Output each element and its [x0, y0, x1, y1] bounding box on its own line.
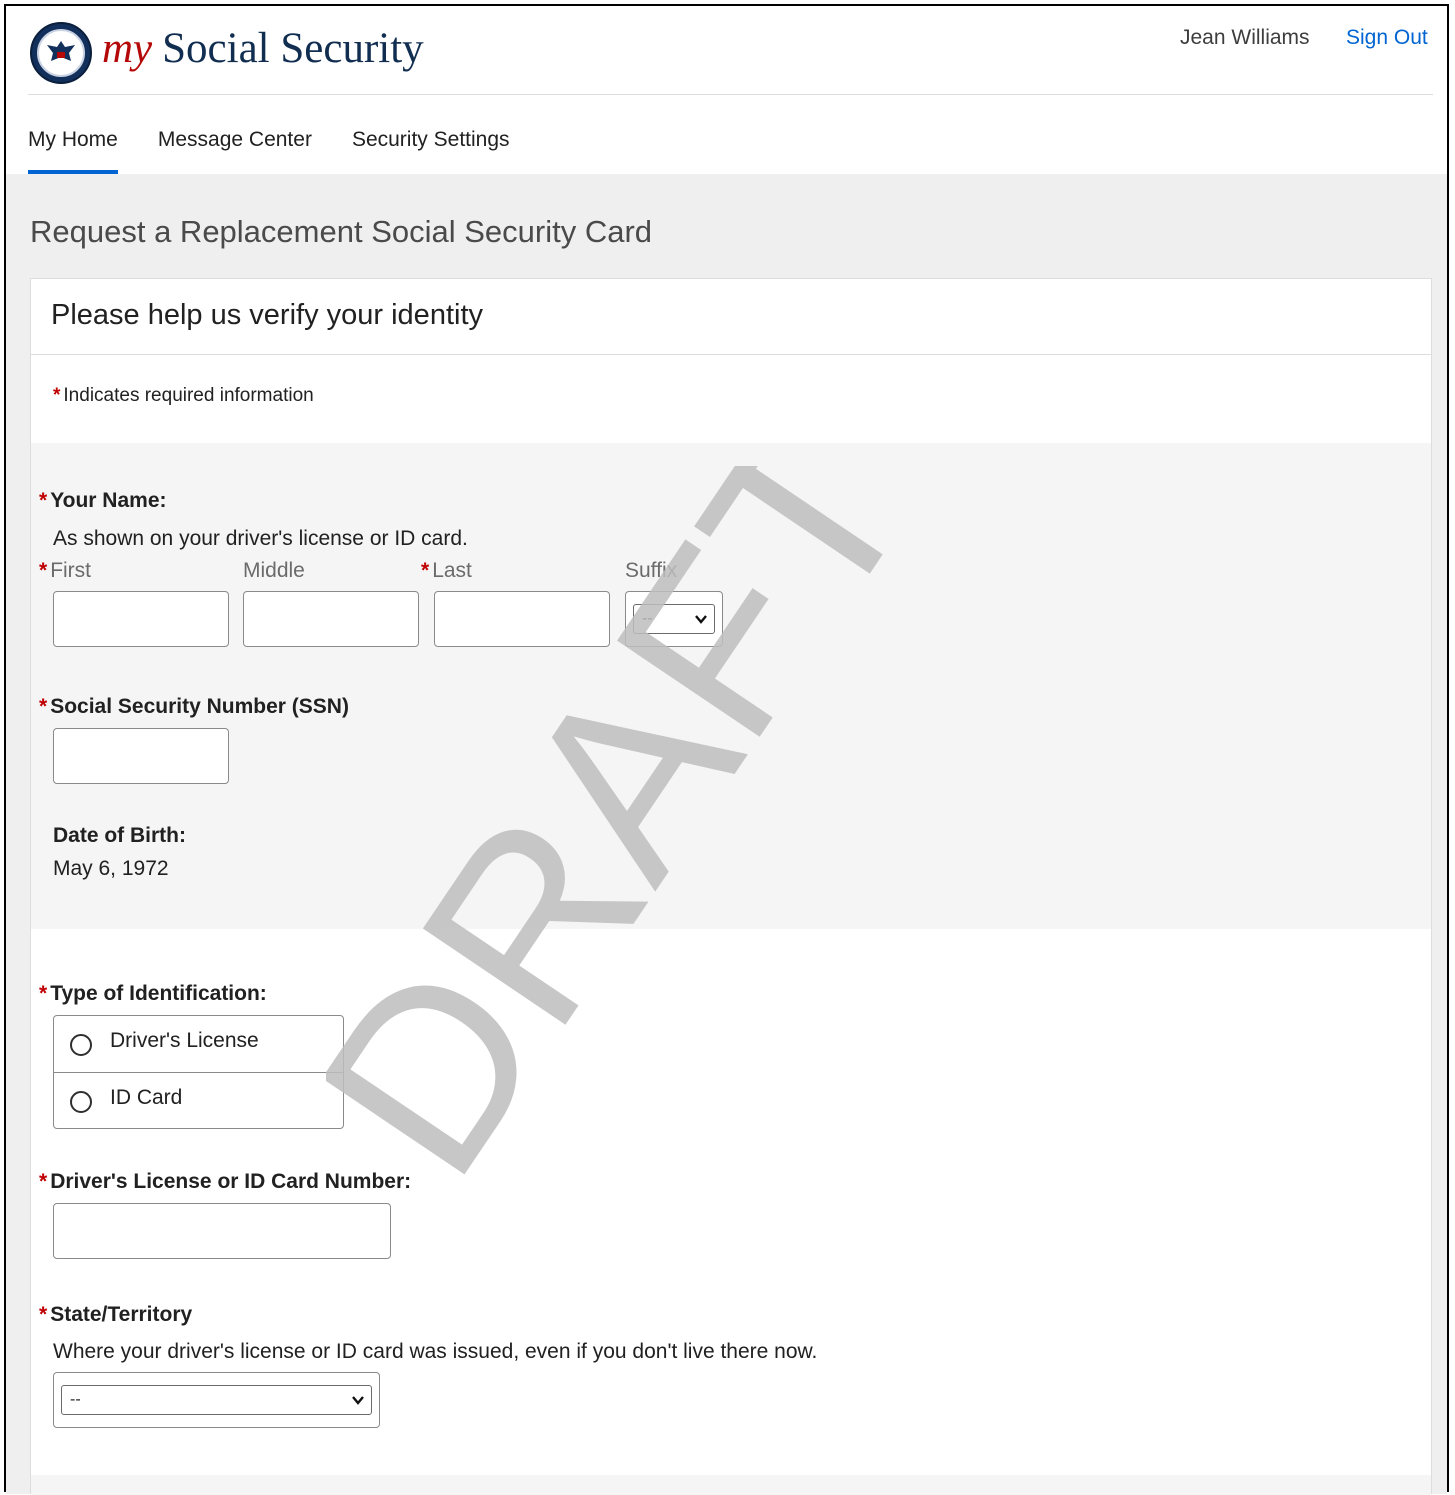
required-note-text: Indicates required information	[63, 385, 314, 406]
name-label: * Your Name:	[39, 489, 167, 513]
suffix-value: --	[642, 610, 653, 627]
suffix-label: Suffix	[625, 559, 678, 582]
header-divider	[28, 94, 1433, 95]
required-note: * Indicates required information	[53, 385, 314, 407]
required-star: *	[39, 1303, 48, 1326]
next-section	[31, 1475, 1431, 1495]
suffix-select-wrap: --	[625, 591, 723, 647]
id-type-label: * Type of Identification:	[39, 982, 267, 1006]
last-label-text: Last	[432, 559, 472, 582]
radio-drivers-license[interactable]: Driver's License	[54, 1016, 343, 1072]
state-select[interactable]: --	[61, 1385, 372, 1415]
ssn-label: * Social Security Number (SSN)	[39, 695, 349, 719]
state-hint: Where your driver's license or ID card w…	[53, 1340, 818, 1363]
radio-circle-icon[interactable]	[70, 1034, 92, 1056]
dob-label: Date of Birth:	[53, 824, 186, 847]
required-star: *	[39, 489, 48, 512]
radio-label[interactable]: ID Card	[110, 1086, 182, 1110]
identity-card: Please help us verify your identity * Ind…	[30, 278, 1432, 1495]
site-header: my Social Security Jean Williams Sign Out…	[6, 6, 1447, 174]
middle-name-input[interactable]	[243, 591, 419, 647]
last-label: * Last	[421, 559, 472, 583]
first-label-text: First	[50, 559, 92, 582]
state-value: --	[70, 1391, 81, 1408]
name-ssn-section	[31, 443, 1431, 929]
user-name: Jean Williams	[1180, 26, 1310, 49]
suffix-select[interactable]: --	[633, 604, 715, 634]
radio-label[interactable]: Driver's License	[110, 1029, 259, 1053]
chevron-down-icon	[695, 615, 707, 624]
eagle-icon	[47, 41, 75, 61]
card-title: Please help us verify your identity	[51, 299, 483, 331]
nav-message-center[interactable]: Message Center	[158, 102, 312, 174]
first-label: * First	[39, 559, 91, 583]
required-star: *	[53, 385, 61, 406]
last-name-input[interactable]	[434, 591, 610, 647]
dob-value: May 6, 1972	[53, 857, 169, 880]
required-star: *	[39, 559, 48, 582]
sign-out-link[interactable]: Sign Out	[1346, 26, 1428, 50]
state-select-wrap: --	[53, 1372, 380, 1428]
name-hint: As shown on your driver's license or ID …	[53, 527, 468, 550]
state-label: * State/Territory	[39, 1303, 192, 1327]
card-header: Please help us verify your identity	[31, 279, 1431, 355]
ssn-input[interactable]	[53, 728, 229, 784]
id-number-input[interactable]	[53, 1203, 391, 1259]
nav-my-home[interactable]: My Home	[28, 102, 118, 174]
ssa-seal-icon[interactable]	[30, 22, 92, 84]
brand-title[interactable]: my Social Security	[102, 24, 424, 73]
nav-security-settings[interactable]: Security Settings	[352, 102, 510, 174]
required-star: *	[39, 695, 48, 718]
middle-label: Middle	[243, 559, 305, 582]
required-star: *	[39, 1170, 48, 1193]
id-type-label-text: Type of Identification:	[50, 982, 267, 1005]
radio-circle-icon[interactable]	[70, 1091, 92, 1113]
chevron-down-icon	[352, 1396, 364, 1405]
main-nav: My Home Message Center Security Settings	[28, 102, 550, 174]
name-label-text: Your Name:	[50, 489, 167, 512]
id-type-radio-group: Driver's License ID Card	[53, 1015, 344, 1129]
id-number-label: * Driver's License or ID Card Number:	[39, 1170, 411, 1194]
required-star: *	[421, 559, 430, 582]
radio-id-card[interactable]: ID Card	[54, 1072, 343, 1128]
state-label-text: State/Territory	[50, 1303, 193, 1326]
first-name-input[interactable]	[53, 591, 229, 647]
ssn-label-text: Social Security Number (SSN)	[50, 695, 349, 718]
page-title: Request a Replacement Social Security Ca…	[30, 214, 653, 249]
required-star: *	[39, 982, 48, 1005]
brand-my: my	[102, 25, 153, 72]
brand-name: Social Security	[162, 25, 424, 72]
browser-frame: my Social Security Jean Williams Sign Out…	[4, 4, 1449, 1495]
id-number-label-text: Driver's License or ID Card Number:	[50, 1170, 412, 1193]
